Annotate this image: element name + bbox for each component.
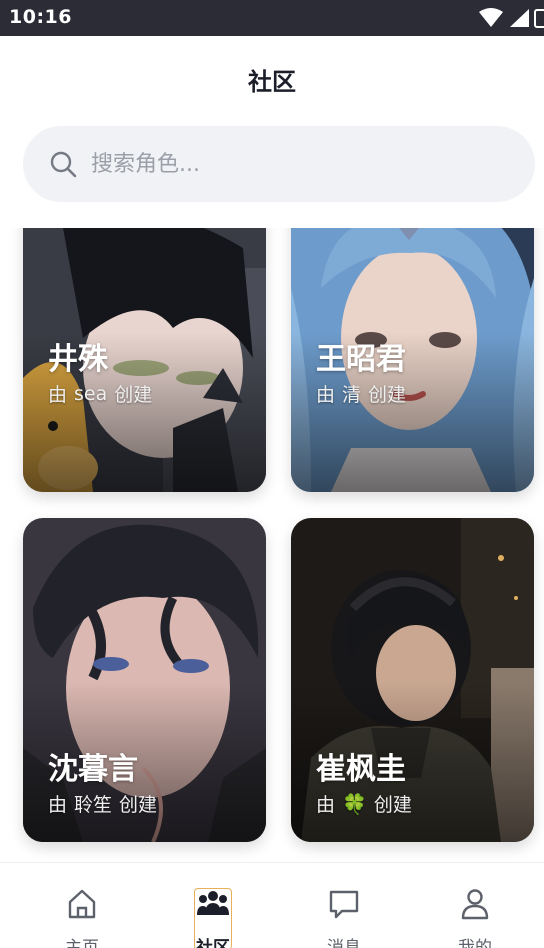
creator-suffix: 创建 <box>114 384 153 406</box>
creator-name: 聆笙 <box>74 794 113 816</box>
bottom-nav: 主页 社区 消息 我的 <box>0 862 544 948</box>
nav-label-me: 我的 <box>458 938 492 948</box>
nav-item-community[interactable]: 社区 <box>173 887 253 948</box>
character-grid: 井殊 由 sea 创建 王昭君 由 清 创建 沈暮言 由 聆笙 创建 崔枫圭 由… <box>0 228 544 862</box>
search-bar[interactable] <box>23 126 535 202</box>
character-card[interactable]: 沈暮言 由 聆笙 创建 <box>23 518 266 842</box>
creator-prefix: 由 <box>316 384 336 406</box>
message-icon <box>329 890 359 919</box>
search-input[interactable] <box>91 144 511 184</box>
creator-line: 由 sea 创建 <box>48 380 152 407</box>
user-icon <box>461 889 489 920</box>
status-icons <box>478 8 544 28</box>
creator-line: 由 🍀 创建 <box>316 790 412 817</box>
search-icon <box>50 151 77 178</box>
status-time: 10:16 <box>9 6 72 28</box>
wifi-icon <box>479 8 503 27</box>
nav-item-messages[interactable]: 消息 <box>304 887 384 948</box>
status-bar: 10:16 <box>0 0 544 36</box>
signal-icon <box>510 9 529 27</box>
creator-name: 清 <box>342 384 362 406</box>
creator-prefix: 由 <box>316 794 336 816</box>
creator-prefix: 由 <box>48 384 68 406</box>
page-title: 社区 <box>248 68 296 96</box>
character-card[interactable]: 王昭君 由 清 创建 <box>291 228 534 492</box>
clover-icon: 🍀 <box>342 791 367 816</box>
character-name: 井殊 <box>48 342 108 377</box>
creator-line: 由 清 创建 <box>316 380 406 407</box>
character-card[interactable]: 崔枫圭 由 🍀 创建 <box>291 518 534 842</box>
home-icon <box>68 889 96 919</box>
character-name: 王昭君 <box>316 342 406 377</box>
creator-suffix: 创建 <box>373 794 412 816</box>
creator-suffix: 创建 <box>368 384 407 406</box>
nav-item-me[interactable]: 我的 <box>435 887 515 948</box>
nav-item-home[interactable]: 主页 <box>42 887 122 948</box>
character-card[interactable]: 井殊 由 sea 创建 <box>23 228 266 492</box>
creator-suffix: 创建 <box>119 794 158 816</box>
character-name: 沈暮言 <box>48 752 138 787</box>
creator-line: 由 聆笙 创建 <box>48 790 157 817</box>
nav-label-community: 社区 <box>196 938 230 948</box>
battery-icon <box>534 9 544 28</box>
nav-label-messages: 消息 <box>327 938 361 948</box>
creator-prefix: 由 <box>48 794 68 816</box>
character-name: 崔枫圭 <box>316 752 406 787</box>
creator-name: sea <box>74 382 108 405</box>
nav-label-home: 主页 <box>65 938 99 948</box>
